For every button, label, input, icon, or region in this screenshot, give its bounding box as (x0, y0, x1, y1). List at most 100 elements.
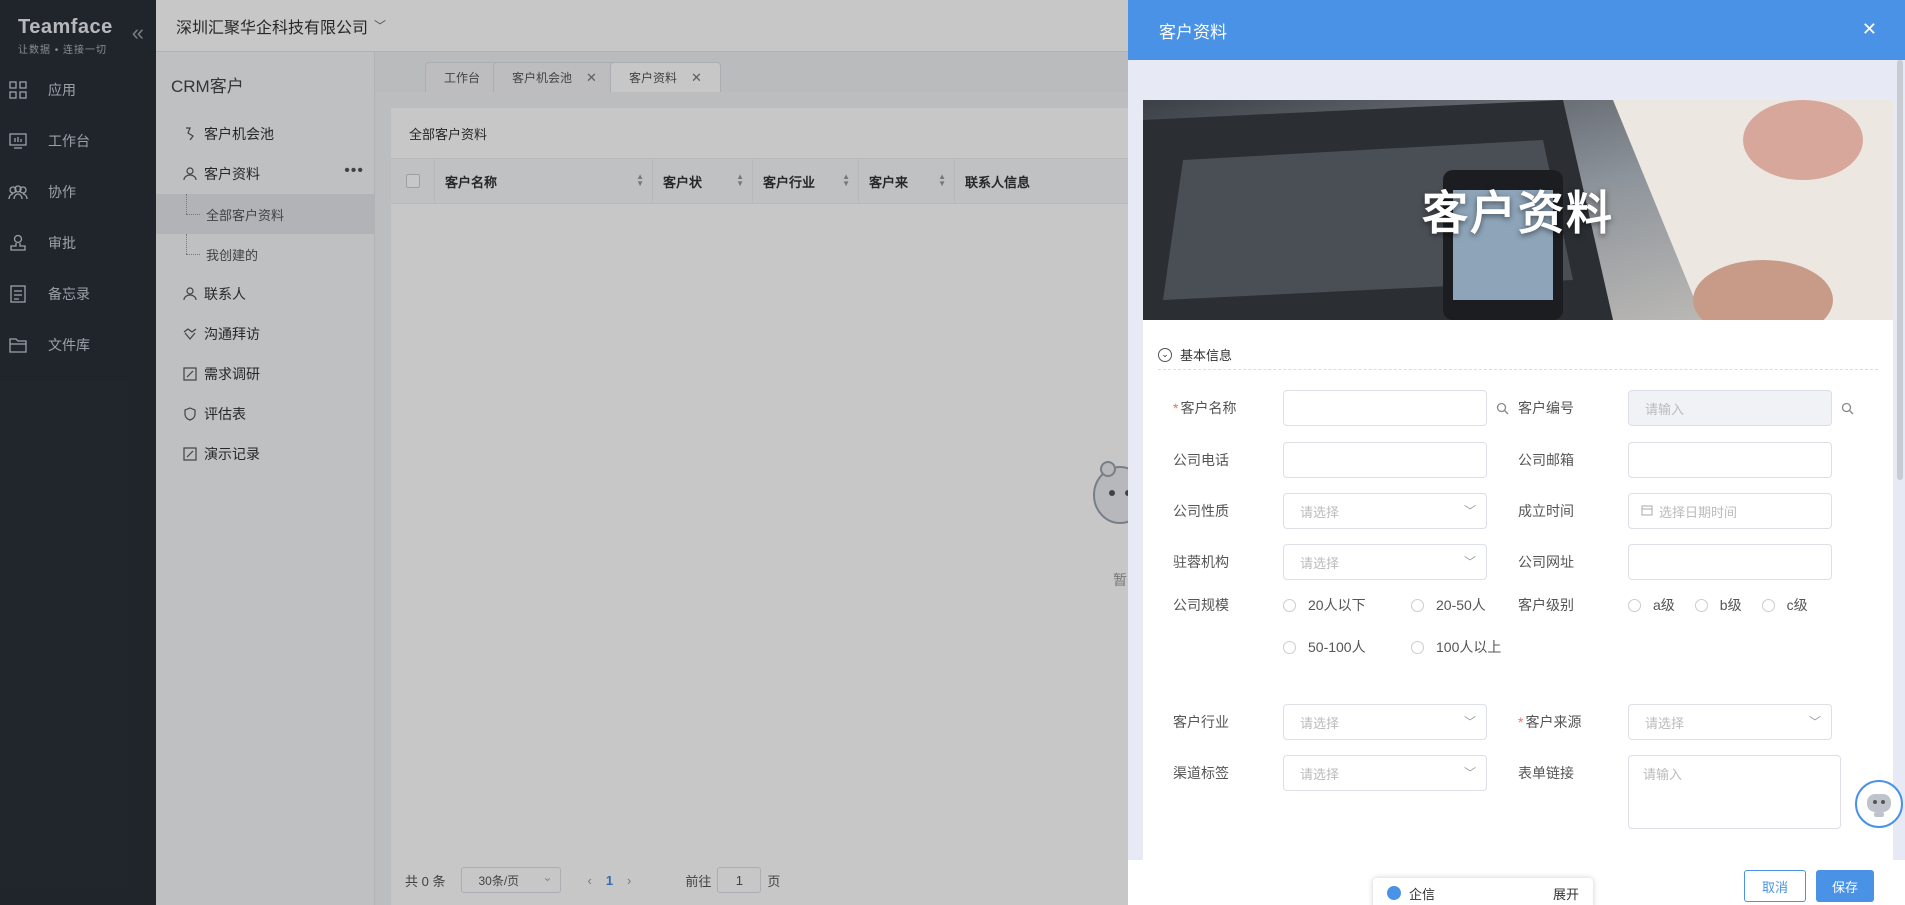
radio-scale-3[interactable]: 50-100人 (1283, 626, 1391, 668)
form-link-textarea[interactable]: 请输入 (1628, 755, 1841, 829)
radio-label: b级 (1719, 597, 1742, 613)
radio-dot (1694, 598, 1708, 612)
field-label: 驻蓉机构 (1173, 554, 1229, 570)
industry-select[interactable]: 请选择 ﹀ (1283, 704, 1487, 740)
calendar-icon (1641, 504, 1653, 519)
field-company-nature: 公司性质 请选择 ﹀ (1173, 493, 1487, 529)
office-select[interactable]: 请选择 ﹀ (1283, 544, 1487, 580)
company-phone-input[interactable] (1283, 442, 1487, 478)
drawer-header: 客户资料 ✕ (1128, 0, 1905, 60)
placeholder: 选择日期时间 (1659, 504, 1738, 520)
customer-drawer: 客户资料 ✕ 客户资料 ⌄ 基本信息 * 客户名称 客户编号 请输入 公司电话 … (1128, 0, 1905, 905)
placeholder: 请选择 (1645, 715, 1685, 731)
assistant-bot-icon[interactable] (1855, 780, 1903, 828)
radio-label: 20人以下 (1308, 597, 1366, 613)
required-mark: * (1518, 714, 1524, 730)
founded-date-picker[interactable]: 选择日期时间 (1628, 493, 1832, 529)
field-label: * 客户名称 (1173, 398, 1283, 418)
chevron-down-icon[interactable]: ⌄ (1158, 347, 1172, 362)
placeholder: 请选择 (1300, 766, 1340, 782)
radio-dot (1283, 598, 1296, 612)
field-customer-no: 客户编号 请输入 (1518, 390, 1854, 426)
radio-label: a级 (1653, 597, 1675, 613)
radio-dot (1411, 598, 1424, 612)
placeholder: 请选择 (1300, 555, 1340, 571)
field-scale: 公司规模 20人以下 20-50人 50-100人 100人以上 (1173, 594, 1523, 668)
field-label: 公司规模 (1173, 597, 1229, 613)
banner-image: 客户资料 (1143, 100, 1893, 320)
save-button[interactable]: 保存 (1816, 870, 1874, 902)
radio-dot (1761, 598, 1775, 612)
radio-label: c级 (1786, 597, 1808, 613)
radio-dot (1411, 640, 1424, 654)
chevron-down-icon: ﹀ (1463, 504, 1476, 518)
search-icon[interactable] (1840, 401, 1854, 415)
field-label: 公司邮箱 (1518, 452, 1574, 468)
modal-overlay[interactable] (0, 0, 1128, 905)
scale-radio-group: 20人以下 20-50人 50-100人 100人以上 (1283, 584, 1523, 668)
radio-label: 50-100人 (1308, 639, 1366, 655)
radio-level-c[interactable]: c级 (1761, 584, 1808, 626)
close-icon[interactable]: ✕ (1862, 19, 1877, 40)
radio-scale-1[interactable]: 20人以下 (1283, 584, 1391, 626)
field-office: 驻蓉机构 请选择 ﹀ (1173, 544, 1487, 580)
field-label: 公司性质 (1173, 503, 1229, 519)
field-label: * 客户来源 (1518, 712, 1628, 732)
scrollbar[interactable] (1897, 60, 1903, 480)
field-industry: 客户行业 请选择 ﹀ (1173, 704, 1487, 740)
section-header[interactable]: ⌄ 基本信息 (1158, 340, 1878, 370)
field-channel: 渠道标签 请选择 ﹀ (1173, 755, 1487, 791)
section-title: 基本信息 (1180, 348, 1233, 363)
chevron-down-icon: ﹀ (1463, 766, 1476, 780)
radio-label: 20-50人 (1436, 597, 1486, 613)
field-label: 公司电话 (1173, 452, 1229, 468)
drawer-title: 客户资料 (1159, 22, 1227, 42)
placeholder: 请选择 (1300, 504, 1340, 520)
channel-select[interactable]: 请选择 ﹀ (1283, 755, 1487, 791)
chevron-down-icon: ﹀ (1463, 555, 1476, 569)
field-label: 成立时间 (1518, 503, 1574, 519)
chevron-down-icon: ﹀ (1463, 715, 1476, 729)
source-select[interactable]: 请选择 ﹀ (1628, 704, 1832, 740)
field-customer-name: * 客户名称 (1173, 390, 1509, 426)
radio-label: 100人以上 (1436, 639, 1502, 655)
field-label: 表单链接 (1518, 765, 1574, 781)
website-input[interactable] (1628, 544, 1832, 580)
field-label: 客户编号 (1518, 400, 1574, 416)
field-website: 公司网址 (1518, 544, 1832, 580)
radio-dot (1628, 598, 1641, 612)
field-label: 渠道标签 (1173, 765, 1229, 781)
radio-level-b[interactable]: b级 (1694, 584, 1742, 626)
field-label: 公司网址 (1518, 554, 1574, 570)
chat-expand[interactable]: 展开 (1553, 884, 1579, 903)
field-label: 客户级别 (1518, 597, 1574, 613)
field-form-link: 表单链接 请输入 (1518, 755, 1841, 829)
company-nature-select[interactable]: 请选择 ﹀ (1283, 493, 1487, 529)
radio-dot (1283, 640, 1296, 654)
field-source: * 客户来源 请选择 ﹀ (1518, 704, 1832, 740)
required-mark: * (1173, 400, 1179, 416)
label-text: 客户来源 (1525, 714, 1582, 730)
company-email-input[interactable] (1628, 442, 1832, 478)
radio-scale-4[interactable]: 100人以上 (1411, 626, 1501, 668)
field-label: 客户行业 (1173, 714, 1229, 730)
field-company-email: 公司邮箱 (1518, 442, 1832, 478)
chat-label: 企信 (1409, 886, 1436, 902)
customer-name-input[interactable] (1283, 390, 1487, 426)
field-founded: 成立时间 选择日期时间 (1518, 493, 1832, 529)
chevron-down-icon: ﹀ (1808, 715, 1821, 729)
field-level: 客户级别 a级 b级 c级 (1518, 594, 1868, 626)
placeholder: 请选择 (1300, 715, 1340, 731)
level-radio-group: a级 b级 c级 (1628, 584, 1868, 626)
field-company-phone: 公司电话 (1173, 442, 1487, 478)
cancel-button[interactable]: 取消 (1744, 870, 1806, 902)
radio-level-a[interactable]: a级 (1628, 584, 1675, 626)
search-icon[interactable] (1495, 401, 1509, 415)
chat-icon (1387, 886, 1401, 900)
label-text: 客户名称 (1180, 400, 1237, 416)
radio-scale-2[interactable]: 20-50人 (1411, 584, 1486, 626)
drawer-form: 客户资料 ⌄ 基本信息 * 客户名称 客户编号 请输入 公司电话 公司邮箱 公司性… (1143, 100, 1893, 860)
banner-title: 客户资料 (1422, 187, 1614, 239)
chat-panel[interactable]: 企信 展开 (1373, 878, 1593, 905)
customer-no-input[interactable]: 请输入 (1628, 390, 1832, 426)
